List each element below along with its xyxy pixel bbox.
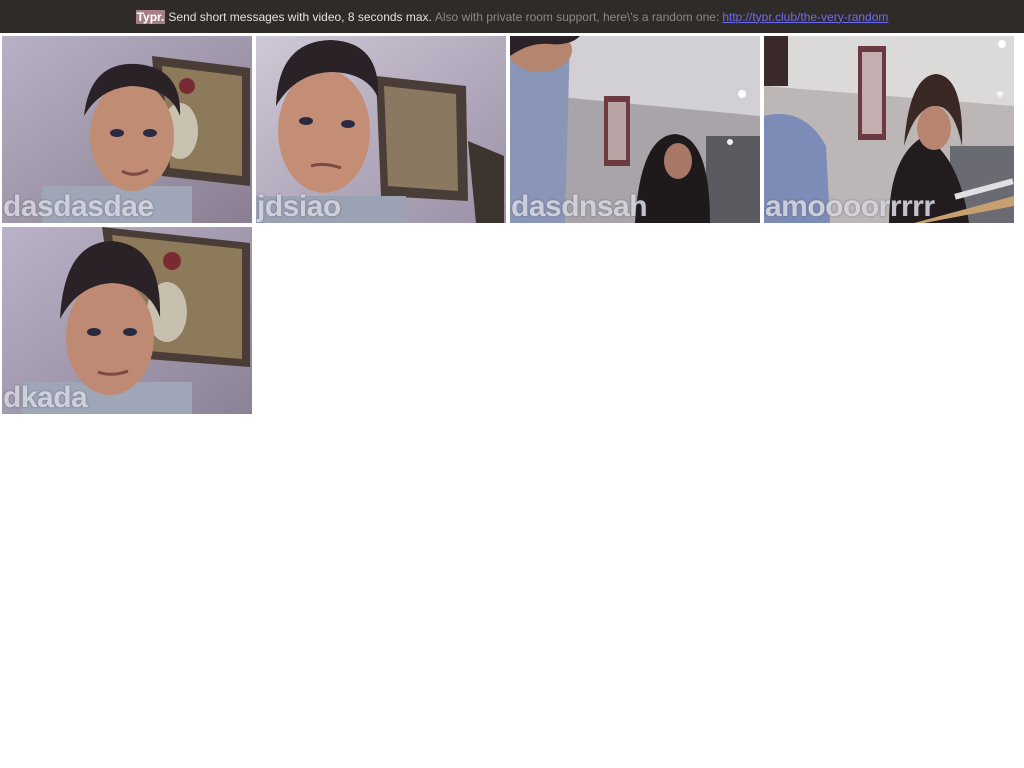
username-label: dkada bbox=[3, 381, 88, 414]
video-tile[interactable]: dkada bbox=[2, 227, 252, 414]
top-bar: Typr. Send short messages with video, 8 … bbox=[0, 0, 1024, 33]
video-tile[interactable]: dasdnsah bbox=[510, 36, 760, 223]
brand-logo: Typr. bbox=[135, 9, 166, 24]
private-room-note: Also with private room support, here\'s … bbox=[434, 9, 720, 24]
video-tile[interactable]: amoooorrrrr bbox=[764, 36, 1014, 223]
video-tile[interactable]: jdsiao bbox=[256, 36, 506, 223]
tagline: Send short messages with video, 8 second… bbox=[168, 9, 432, 24]
username-label: dasdnsah bbox=[511, 190, 648, 223]
video-tile[interactable]: dasdasdae bbox=[2, 36, 252, 223]
username-label: dasdasdae bbox=[3, 190, 154, 223]
username-label: jdsiao bbox=[257, 190, 341, 223]
username-label: amoooorrrrr bbox=[765, 190, 935, 223]
random-room-link[interactable]: http://typr.club/the-very-random bbox=[722, 10, 888, 24]
